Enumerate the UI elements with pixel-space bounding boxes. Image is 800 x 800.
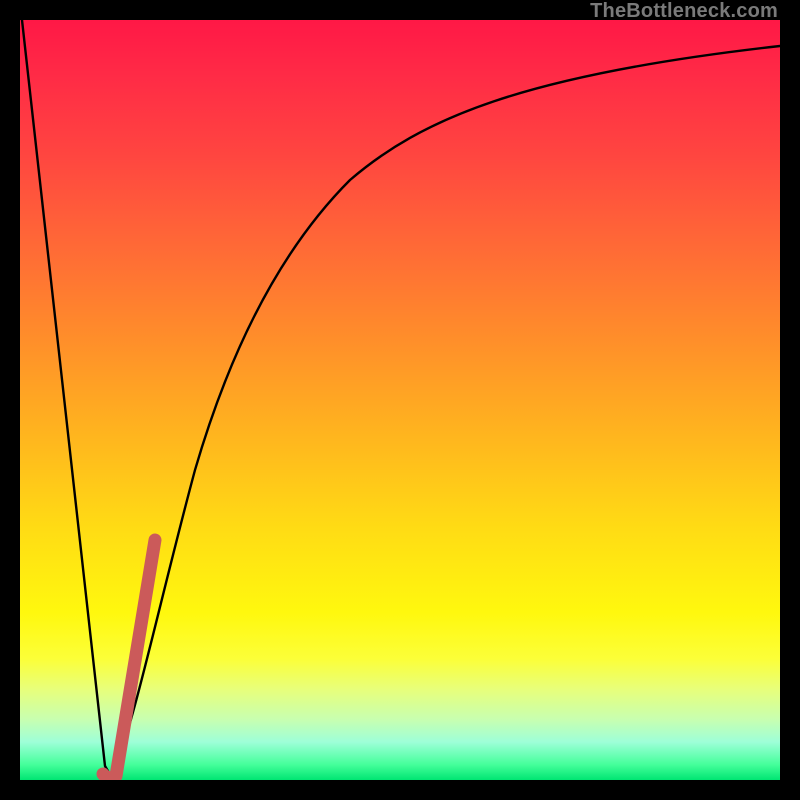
plot-area: [20, 20, 780, 780]
curve-layer: [20, 20, 780, 780]
chart-frame: TheBottleneck.com: [0, 0, 800, 800]
